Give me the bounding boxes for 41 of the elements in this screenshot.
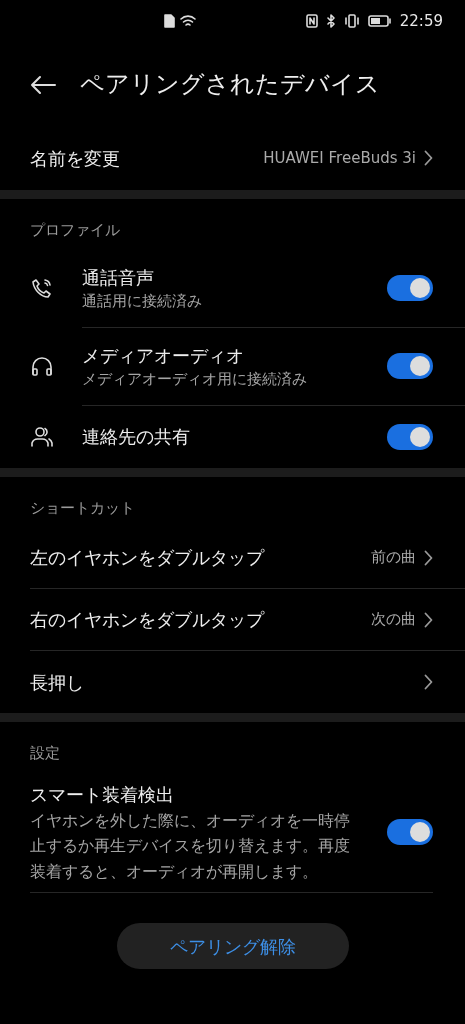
menu-row[interactable]: 長押し [30, 651, 465, 713]
section-header: ショートカット [29, 497, 136, 519]
chevron-right-icon [424, 674, 433, 690]
setting-title: 通話音声 [82, 265, 155, 290]
chevron-right-icon [424, 549, 433, 566]
setting-title: メディアオーディオ [82, 343, 245, 368]
section-header: 設定 [29, 743, 61, 764]
status-time: 22:59 [399, 10, 443, 32]
setting-description: メディアオーディオ用に接続済み [82, 369, 308, 389]
chevron-right-icon [424, 611, 433, 628]
setting-title: 左のイヤホンをダブルタップ [30, 546, 266, 570]
menu-row[interactable]: 左のイヤホンをダブルタップ 前の曲 [30, 527, 465, 589]
rename-label: 名前を変更 [30, 146, 120, 171]
sim-card-icon [164, 14, 175, 28]
toggle-switch[interactable] [387, 423, 433, 450]
setting-description: 通話用に接続済み [82, 291, 203, 311]
menu-row[interactable]: 右のイヤホンをダブルタップ 次の曲 [30, 589, 465, 651]
setting-title: 連絡先の共有 [82, 425, 191, 449]
device-name: HUAWEI FreeBuds 3i [263, 147, 416, 169]
setting-value: 前の曲 [371, 547, 416, 569]
section-header: プロファイル [29, 220, 121, 241]
people-icon [30, 424, 54, 449]
phone-icon [30, 276, 54, 301]
battery-icon [367, 15, 392, 27]
setting-title: 右のイヤホンをダブルタップ [30, 608, 266, 632]
toggle-switch[interactable] [387, 275, 433, 301]
unpair-button[interactable]: ペアリング解除 [116, 923, 349, 970]
vibrate-icon [343, 14, 360, 28]
rename-row[interactable]: 名前を変更 HUAWEI FreeBuds 3i [0, 126, 465, 190]
setting-description: イヤホンを外した際に、オーディオを一時停止するか再生デバイスを切り替えます。再度装着すると、オーディオが再開します。 [30, 809, 351, 883]
chevron-right-icon [424, 150, 433, 166]
toggle-switch[interactable] [387, 353, 433, 379]
nfc-icon [305, 14, 318, 28]
headphones-icon [30, 354, 54, 379]
setting-value: 次の曲 [371, 609, 416, 631]
bluetooth-icon [325, 14, 336, 28]
page-title: ペアリングされたデバイス [80, 69, 380, 100]
wifi-icon [179, 14, 197, 28]
setting-title: 長押し [30, 670, 85, 695]
toggle-switch[interactable] [387, 819, 433, 846]
setting-title: スマート装着検出 [30, 782, 175, 807]
